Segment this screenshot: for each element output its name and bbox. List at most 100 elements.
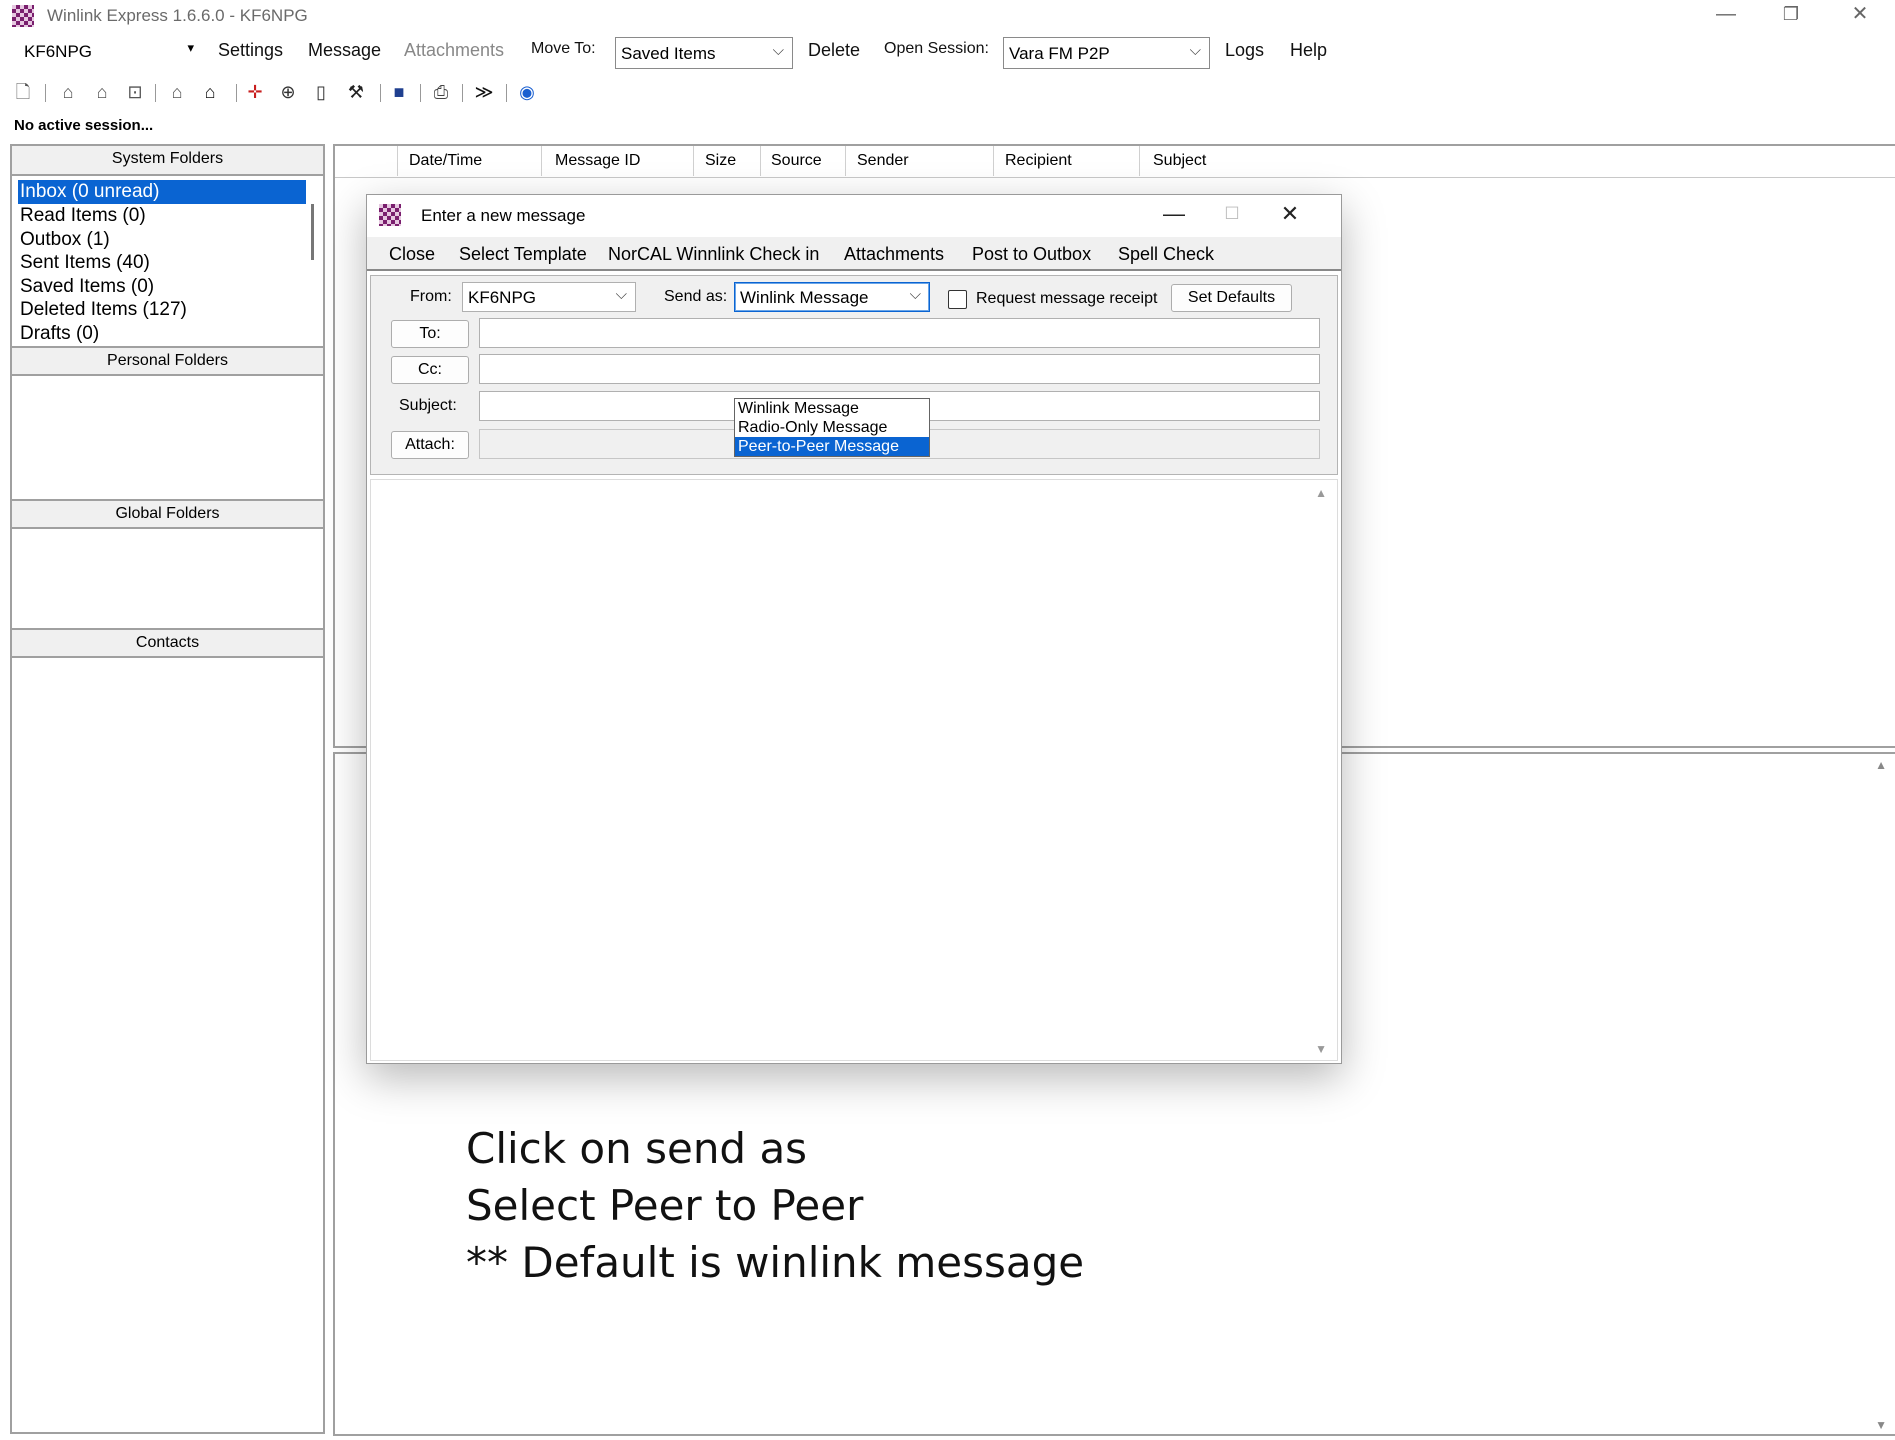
document-icon[interactable]: ▯ (310, 81, 332, 103)
dialog-title: Enter a new message (421, 206, 586, 225)
folder-saved-items[interactable]: Saved Items (0) (18, 275, 154, 299)
tools-icon[interactable]: ⚒ (345, 81, 367, 103)
menu-settings[interactable]: Settings (218, 40, 283, 61)
dialog-menu-close[interactable]: Close (389, 244, 435, 265)
menu-help[interactable]: Help (1290, 40, 1327, 61)
column-header-recipient[interactable]: Recipient (1005, 152, 1072, 170)
move-to-label: Move To: (531, 40, 596, 57)
send-as-option-winlink[interactable]: Winlink Message (735, 399, 929, 418)
folder-read-items[interactable]: Read Items (0) (18, 204, 146, 228)
column-separator (397, 146, 398, 176)
dialog-menu-post-to-outbox[interactable]: Post to Outbox (972, 244, 1091, 265)
folder-panel: System Folders Inbox (0 unread) Read Ite… (10, 144, 325, 1434)
personal-folders-header: Personal Folders (12, 346, 323, 376)
folder-deleted-items[interactable]: Deleted Items (127) (18, 298, 187, 322)
window-title: Winlink Express 1.6.6.0 - KF6NPG (47, 6, 308, 25)
column-separator (845, 146, 846, 176)
column-header-datetime[interactable]: Date/Time (409, 152, 482, 170)
column-header-subject[interactable]: Subject (1153, 152, 1206, 170)
dialog-minimize-button[interactable]: — (1149, 199, 1199, 231)
forward-icon[interactable]: ⌂ (166, 81, 188, 103)
folder-drafts[interactable]: Drafts (0) (18, 322, 99, 346)
send-as-dropdown-list: Winlink Message Radio-Only Message Peer-… (734, 398, 930, 457)
menu-attachments[interactable]: Attachments (404, 40, 504, 61)
scroll-up-icon[interactable]: ▲ (1315, 486, 1327, 500)
from-label: From: (410, 288, 452, 305)
minimize-button[interactable]: — (1697, 0, 1755, 30)
position-icon[interactable]: ✛ (244, 81, 266, 103)
open-icon[interactable]: ⌂ (57, 81, 79, 103)
session-status: No active session... (14, 117, 154, 134)
from-select[interactable]: KF6NPG ⌵ (462, 282, 636, 312)
attach-button[interactable]: Attach: (391, 431, 469, 459)
dialog-close-button[interactable]: ✕ (1265, 199, 1315, 231)
dialog-menu-attachments[interactable]: Attachments (844, 244, 944, 265)
new-message-dialog: Enter a new message — ☐ ✕ Close Select T… (366, 194, 1342, 1064)
folder-sent-items[interactable]: Sent Items (40) (18, 251, 150, 275)
request-receipt-label: Request message receipt (976, 290, 1158, 307)
folder-scrollbar[interactable] (311, 204, 314, 260)
dialog-menu-norcal-check-in[interactable]: NorCAL Winnlink Check in (608, 244, 819, 265)
reply-all-icon[interactable]: ⊡ (124, 81, 146, 103)
from-value: KF6NPG (468, 288, 537, 307)
contacts-header: Contacts (12, 628, 323, 658)
toolbar-separator (462, 84, 463, 102)
column-separator (760, 146, 761, 176)
scroll-down-icon[interactable]: ▼ (1315, 1042, 1327, 1056)
cc-button[interactable]: Cc: (391, 356, 469, 384)
request-receipt-checkbox[interactable] (948, 290, 967, 309)
close-window-button[interactable]: ✕ (1831, 0, 1889, 30)
system-folders-header: System Folders (12, 146, 323, 176)
dialog-maximize-button[interactable]: ☐ (1207, 199, 1257, 231)
dialog-title-bar: Enter a new message — ☐ ✕ (367, 195, 1341, 237)
instruction-line-1: Click on send as (466, 1124, 808, 1173)
open-session-select[interactable]: Vara FM P2P ⌵ (1003, 37, 1210, 69)
help-icon[interactable]: ◉ (516, 81, 538, 103)
reply-icon[interactable]: ⌂ (91, 81, 113, 103)
folder-inbox[interactable]: Inbox (0 unread) (18, 180, 306, 204)
receive-icon[interactable]: ⌂ (199, 81, 221, 103)
folder-outbox[interactable]: Outbox (1) (18, 228, 110, 252)
print-icon[interactable]: ⎙ (430, 81, 452, 103)
column-separator (993, 146, 994, 176)
restore-button[interactable]: ❐ (1762, 0, 1820, 30)
toolbar-separator (45, 84, 46, 102)
dialog-menu-spell-check[interactable]: Spell Check (1118, 244, 1214, 265)
toolbar-separator (506, 84, 507, 102)
dialog-menu-select-template[interactable]: Select Template (459, 244, 587, 265)
message-header-form: From: KF6NPG ⌵ Send as: Winlink Message … (370, 275, 1338, 475)
chevron-down-icon: ⌵ (909, 286, 921, 303)
scroll-down-icon[interactable]: ▼ (1875, 1418, 1887, 1432)
instruction-line-3: ** Default is winlink message (466, 1238, 1085, 1287)
send-as-select[interactable]: Winlink Message ⌵ (734, 282, 930, 312)
message-body-editor[interactable]: ▲ ▼ (370, 479, 1338, 1061)
new-message-icon[interactable]: 🗋 (12, 81, 34, 103)
column-header-message-id[interactable]: Message ID (555, 152, 640, 170)
cc-field[interactable] (479, 354, 1320, 384)
column-header-source[interactable]: Source (771, 152, 822, 170)
column-header-sender[interactable]: Sender (857, 152, 909, 170)
globe-icon[interactable]: ⊕ (277, 81, 299, 103)
to-field[interactable] (479, 318, 1320, 348)
move-to-select[interactable]: Saved Items ⌵ (615, 37, 793, 69)
winlink-app-icon (379, 204, 401, 226)
global-folders-header: Global Folders (12, 499, 323, 529)
set-defaults-button[interactable]: Set Defaults (1171, 284, 1292, 312)
send-as-option-radio-only[interactable]: Radio-Only Message (735, 418, 929, 437)
to-button[interactable]: To: (391, 320, 469, 348)
menu-message[interactable]: Message (308, 40, 381, 61)
send-as-option-peer-to-peer[interactable]: Peer-to-Peer Message (735, 437, 929, 456)
instruction-line-2: Select Peer to Peer (466, 1181, 864, 1230)
menu-logs[interactable]: Logs (1225, 40, 1264, 61)
open-session-label: Open Session: (884, 40, 989, 57)
title-bar: Winlink Express 1.6.6.0 - KF6NPG — ❐ ✕ (0, 0, 1895, 30)
column-separator (693, 146, 694, 176)
menu-delete[interactable]: Delete (808, 40, 860, 61)
column-header-size[interactable]: Size (705, 152, 736, 170)
save-icon[interactable]: ■ (388, 81, 410, 103)
forward-arrow-icon[interactable]: ≫ (473, 81, 495, 103)
scroll-up-icon[interactable]: ▲ (1875, 758, 1887, 772)
toolbar: 🗋 ⌂ ⌂ ⊡ ⌂ ⌂ ✛ ⊕ ▯ ⚒ ■ ⎙ ≫ ◉ (0, 74, 1895, 108)
message-list-header: Date/Time Message ID Size Source Sender … (335, 146, 1895, 178)
account-selector[interactable]: KF6NPG ▾ (14, 38, 202, 66)
